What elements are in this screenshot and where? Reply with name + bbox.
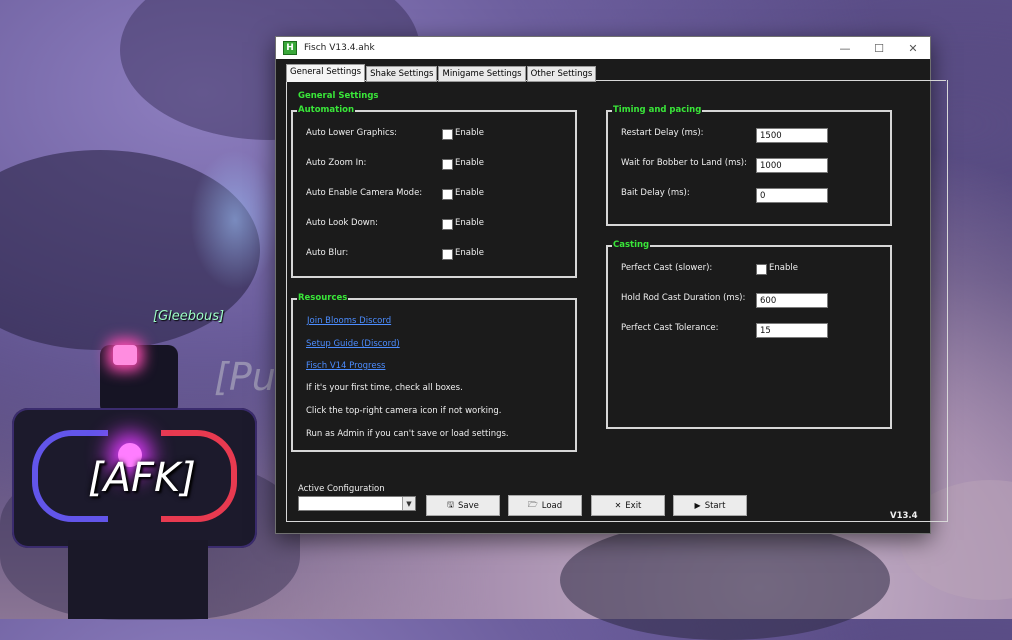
version-label: V13.4 bbox=[890, 511, 918, 521]
start-button[interactable]: ▶ Start bbox=[673, 495, 747, 516]
active-config-select[interactable]: ▼ bbox=[298, 496, 416, 511]
casting-group: Casting Perfect Cast (slower): Enable Ho… bbox=[606, 240, 892, 429]
auto-enable-camera-mode-checkbox[interactable] bbox=[442, 189, 453, 200]
setup-guide-link[interactable]: Setup Guide (Discord) bbox=[306, 339, 400, 349]
maximize-button[interactable]: ☐ bbox=[862, 37, 896, 59]
bobber-wait-label: Wait for Bobber to Land (ms): bbox=[621, 158, 747, 168]
afk-tag: [AFK] bbox=[88, 455, 196, 501]
auto-blur-checkbox[interactable] bbox=[442, 249, 453, 260]
play-icon: ▶ bbox=[694, 501, 701, 510]
save-button-label: Save bbox=[457, 500, 479, 511]
npc-nametag: [Gleebous] bbox=[153, 309, 225, 324]
avatar-legs bbox=[68, 540, 208, 619]
perfect-cast-tolerance-label: Perfect Cast Tolerance: bbox=[621, 323, 719, 333]
resources-group: Resources Join Blooms Discord Setup Guid… bbox=[291, 293, 577, 452]
tab-general-settings[interactable]: General Settings bbox=[286, 64, 366, 82]
minimize-button[interactable]: — bbox=[828, 37, 862, 59]
auto-lower-graphics-checkbox[interactable] bbox=[442, 129, 453, 140]
exit-button[interactable]: ✕ Exit bbox=[591, 495, 665, 516]
tab-shake-settings[interactable]: Shake Settings bbox=[366, 66, 438, 82]
close-icon: ✕ bbox=[614, 501, 622, 510]
join-discord-link[interactable]: Join Blooms Discord bbox=[307, 316, 391, 326]
tab-minigame-settings[interactable]: Minigame Settings bbox=[438, 66, 526, 82]
perfect-cast-checkbox[interactable] bbox=[756, 264, 767, 275]
automation-group: Automation Auto Lower Graphics: Enable A… bbox=[291, 105, 577, 278]
auto-lower-graphics-enable-label[interactable]: Enable bbox=[455, 128, 484, 138]
section-title: General Settings bbox=[298, 91, 379, 101]
auto-blur-enable-label[interactable]: Enable bbox=[455, 248, 484, 258]
auto-blur-label: Auto Blur: bbox=[306, 248, 349, 258]
avatar-light bbox=[113, 345, 137, 365]
tab-bar: General Settings Shake Settings Minigame… bbox=[286, 64, 597, 82]
chevron-down-icon[interactable]: ▼ bbox=[402, 497, 415, 510]
app-window: H Fisch V13.4.ahk — ☐ ✕ General Settings… bbox=[275, 36, 948, 534]
note-first-time: If it's your first time, check all boxes… bbox=[306, 383, 463, 393]
save-button[interactable]: 🖫 Save bbox=[426, 495, 500, 516]
active-config-label: Active Configuration bbox=[298, 484, 385, 494]
timing-group-label: Timing and pacing bbox=[612, 105, 703, 115]
auto-lower-graphics-label: Auto Lower Graphics: bbox=[306, 128, 398, 138]
timing-group: Timing and pacing Restart Delay (ms): 15… bbox=[606, 105, 892, 226]
title-bar[interactable]: H Fisch V13.4.ahk — ☐ ✕ bbox=[276, 37, 930, 59]
auto-zoom-in-label: Auto Zoom In: bbox=[306, 158, 367, 168]
app-icon: H bbox=[283, 41, 297, 55]
automation-group-label: Automation bbox=[297, 105, 355, 115]
folder-icon: 🗁 bbox=[527, 499, 538, 509]
bobber-wait-input[interactable]: 1000 bbox=[756, 158, 828, 173]
avatar-head bbox=[100, 345, 178, 415]
perfect-cast-enable-label[interactable]: Enable bbox=[769, 263, 798, 273]
glowing-plant bbox=[190, 150, 280, 290]
note-camera-icon: Click the top-right camera icon if not w… bbox=[306, 406, 502, 416]
bait-delay-label: Bait Delay (ms): bbox=[621, 188, 690, 198]
window-title: Fisch V13.4.ahk bbox=[304, 43, 375, 53]
hold-rod-duration-label: Hold Rod Cast Duration (ms): bbox=[621, 293, 746, 303]
bait-delay-input[interactable]: 0 bbox=[756, 188, 828, 203]
auto-enable-camera-mode-enable-label[interactable]: Enable bbox=[455, 188, 484, 198]
npc-nametag-partial: [Pu bbox=[214, 355, 276, 399]
start-button-label: Start bbox=[704, 500, 726, 511]
auto-zoom-in-enable-label[interactable]: Enable bbox=[455, 158, 484, 168]
auto-look-down-checkbox[interactable] bbox=[442, 219, 453, 230]
casting-group-label: Casting bbox=[612, 240, 651, 250]
load-button-label: Load bbox=[541, 500, 563, 511]
load-button[interactable]: 🗁 Load bbox=[508, 495, 582, 516]
exit-button-label: Exit bbox=[625, 500, 642, 511]
note-run-as-admin: Run as Admin if you can't save or load s… bbox=[306, 429, 509, 439]
auto-look-down-enable-label[interactable]: Enable bbox=[455, 218, 484, 228]
auto-look-down-label: Auto Look Down: bbox=[306, 218, 378, 228]
tab-other-settings[interactable]: Other Settings bbox=[526, 66, 597, 82]
restart-delay-input[interactable]: 1500 bbox=[756, 128, 828, 143]
close-button[interactable]: ✕ bbox=[896, 37, 930, 59]
perfect-cast-tolerance-input[interactable]: 15 bbox=[756, 323, 828, 338]
resources-group-label: Resources bbox=[297, 293, 349, 303]
auto-zoom-in-checkbox[interactable] bbox=[442, 159, 453, 170]
v14-progress-link[interactable]: Fisch V14 Progress bbox=[306, 361, 385, 371]
hold-rod-duration-input[interactable]: 600 bbox=[756, 293, 828, 308]
perfect-cast-label: Perfect Cast (slower): bbox=[621, 263, 713, 273]
auto-enable-camera-mode-label: Auto Enable Camera Mode: bbox=[306, 188, 423, 198]
restart-delay-label: Restart Delay (ms): bbox=[621, 128, 704, 138]
save-icon: 🖫 bbox=[447, 499, 454, 509]
